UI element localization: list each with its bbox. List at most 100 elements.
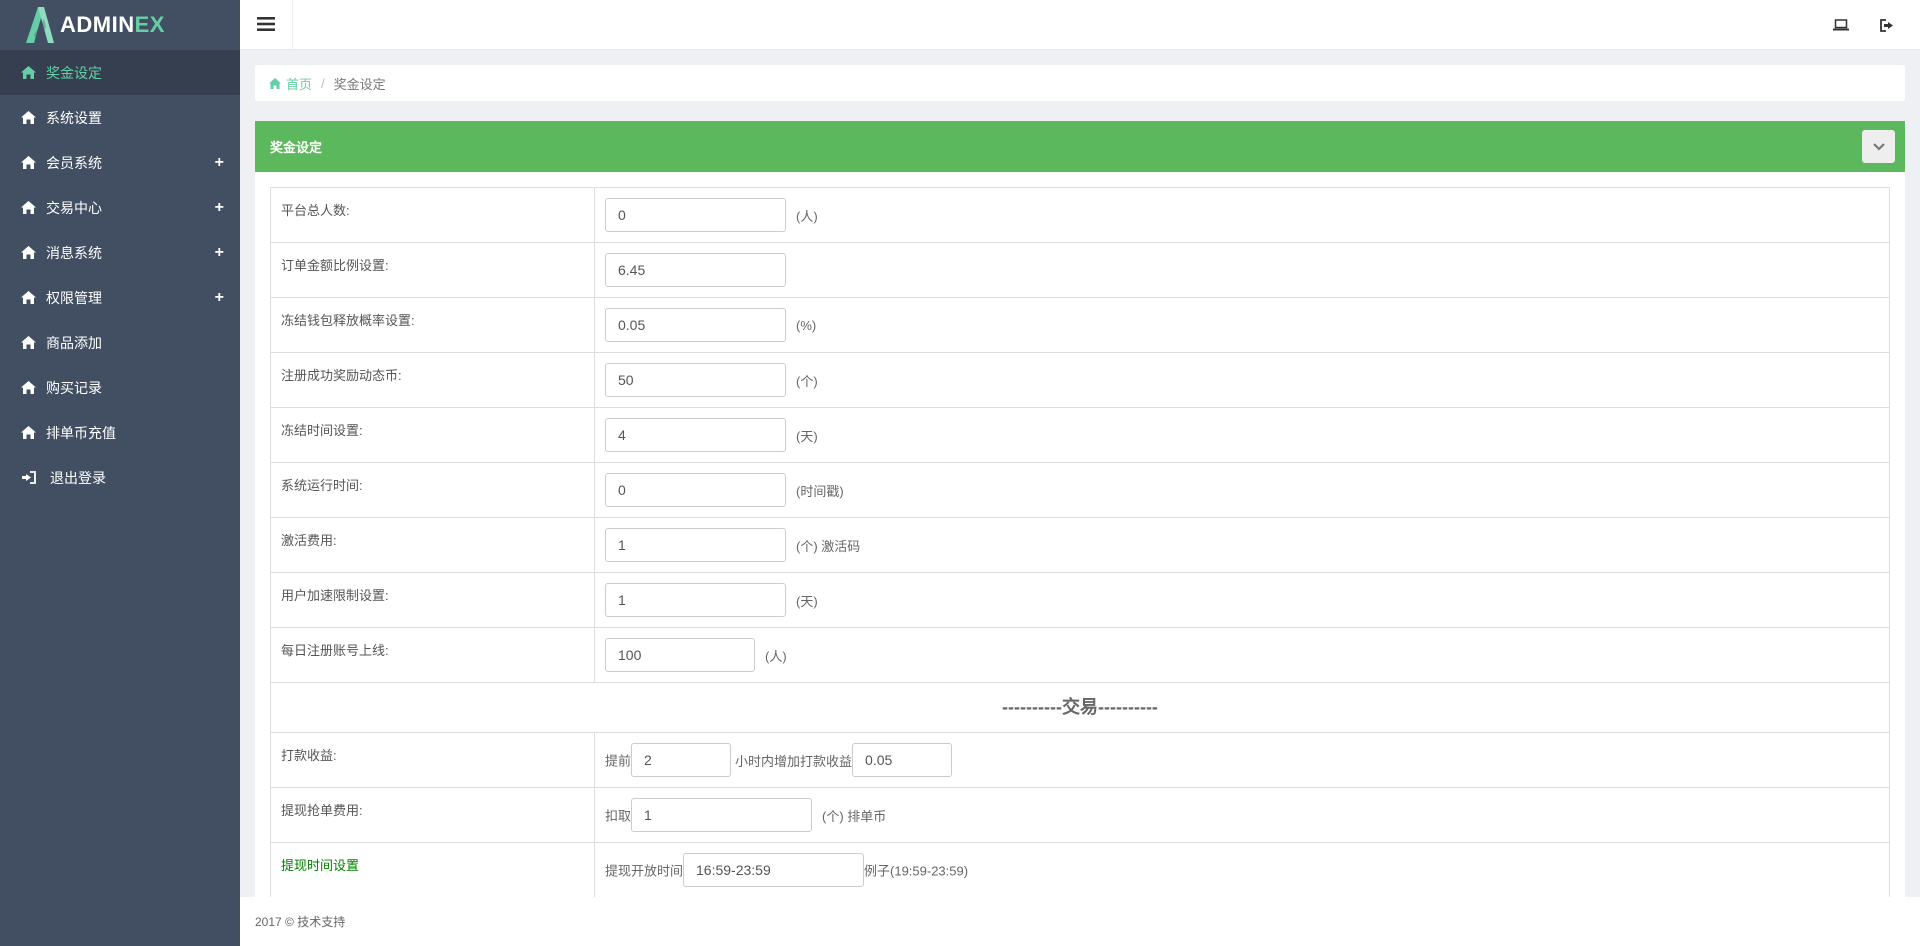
sidebar-item-label: 消息系统 xyxy=(46,244,102,261)
sidebar-item-label: 商品添加 xyxy=(46,334,102,351)
sidebar-item-label: 权限管理 xyxy=(46,289,102,306)
table-row: 平台总人数: 0 (人) xyxy=(270,187,1890,243)
activation-fee-input[interactable]: 1 xyxy=(605,528,786,562)
register-reward-input[interactable]: 50 xyxy=(605,363,786,397)
sidebar-item-label: 奖金设定 xyxy=(46,64,102,81)
platform-total-input[interactable]: 0 xyxy=(605,198,786,232)
table-row: ----------交易---------- xyxy=(270,682,1890,733)
table-row: 提现抢单费用: 扣取 1 (个) 排单币 xyxy=(270,787,1890,843)
expand-plus-icon[interactable]: + xyxy=(215,289,224,307)
panel-title: 奖金设定 xyxy=(270,140,323,155)
home-icon xyxy=(269,77,281,89)
sidebar-item-2[interactable]: 会员系统 + xyxy=(0,140,240,185)
sidebar-item-9[interactable]: 退出登录 xyxy=(0,455,240,500)
sidebar-item-6[interactable]: 商品添加 xyxy=(0,320,240,365)
withdraw-fee-input[interactable]: 1 xyxy=(631,798,813,832)
home-icon xyxy=(20,336,36,350)
panel-header: 奖金设定 xyxy=(255,121,1905,172)
expand-plus-icon[interactable]: + xyxy=(215,154,224,172)
order-ratio-label: 订单金额比例设置: xyxy=(270,242,595,298)
sidebar-item-0[interactable]: 奖金设定 xyxy=(0,50,240,95)
freeze-time-input[interactable]: 4 xyxy=(605,418,786,452)
table-row: 打款收益: 提前 2 小时内增加打款收益 0.05 xyxy=(270,732,1890,788)
freeze-release-input[interactable]: 0.05 xyxy=(605,308,786,342)
sidebar: ADMINEX 奖金设定系统设置会员系统 + 交易中心 + 消息系统 + 权限管理 + 商品添加… xyxy=(0,0,240,946)
sign-out-icon[interactable] xyxy=(1878,16,1896,34)
sidebar-item-3[interactable]: 交易中心 + xyxy=(0,185,240,230)
register-reward-unit: (个) xyxy=(796,373,818,389)
platform-total-unit: (人) xyxy=(796,208,818,224)
breadcrumb-home-link[interactable]: 首页 xyxy=(269,74,312,93)
table-row: 订单金额比例设置: 6.45 xyxy=(270,242,1890,298)
home-icon xyxy=(20,381,36,395)
payment-income-middle: 小时内增加打款收益 xyxy=(735,753,853,769)
section-trade-heading: ----------交易---------- xyxy=(270,682,1890,733)
table-row: 注册成功奖励动态币: 50 (个) xyxy=(270,352,1890,408)
order-ratio-input[interactable]: 6.45 xyxy=(605,253,786,287)
sidebar-item-label: 会员系统 xyxy=(46,154,102,171)
run-time-input[interactable]: 0 xyxy=(605,473,786,507)
chevron-down-icon xyxy=(1872,142,1885,151)
payment-rate-input[interactable]: 0.05 xyxy=(852,743,953,777)
sidebar-item-1[interactable]: 系统设置 xyxy=(0,95,240,140)
footer: 2017 © 技术支持 xyxy=(240,897,1920,946)
sidebar-item-8[interactable]: 排单币充值 xyxy=(0,410,240,455)
speedup-limit-label: 用户加速限制设置: xyxy=(270,572,595,628)
home-icon xyxy=(20,66,36,80)
table-row: 每日注册账号上线: 100 (人) xyxy=(270,627,1890,683)
footer-text: 2017 © 技术支持 xyxy=(255,915,346,929)
hamburger-icon xyxy=(257,16,275,35)
sidebar-item-label: 退出登录 xyxy=(50,469,106,486)
run-time-label: 系统运行时间: xyxy=(270,462,595,518)
table-row: 冻结时间设置: 4 (天) xyxy=(270,407,1890,463)
home-icon xyxy=(20,156,36,170)
activation-fee-unit: (个) 激活码 xyxy=(796,538,861,554)
top-header xyxy=(240,0,1920,50)
sidebar-toggle-button[interactable] xyxy=(240,0,293,50)
platform-total-label: 平台总人数: xyxy=(270,187,595,243)
expand-plus-icon[interactable]: + xyxy=(215,199,224,217)
breadcrumb-home-label: 首页 xyxy=(286,76,313,92)
home-icon xyxy=(20,246,36,260)
speedup-limit-input[interactable]: 1 xyxy=(605,583,786,617)
freeze-time-label: 冻结时间设置: xyxy=(270,407,595,463)
home-icon xyxy=(20,201,36,215)
home-icon xyxy=(20,291,36,305)
laptop-icon[interactable] xyxy=(1832,16,1850,34)
home-icon xyxy=(20,111,36,125)
sidebar-item-5[interactable]: 权限管理 + xyxy=(0,275,240,320)
sidebar-item-7[interactable]: 购买记录 xyxy=(0,365,240,410)
daily-register-unit: (人) xyxy=(765,648,787,664)
withdraw-fee-prefix: 扣取 xyxy=(605,808,632,824)
panel-collapse-button[interactable] xyxy=(1862,130,1895,163)
sidebar-nav: 奖金设定系统设置会员系统 + 交易中心 + 消息系统 + 权限管理 + 商品添加购买记录排单币充… xyxy=(0,50,240,500)
table-row: 激活费用: 1 (个) 激活码 xyxy=(270,517,1890,573)
withdraw-time-example: 例子(19:59-23:59) xyxy=(864,863,969,879)
sidebar-item-label: 排单币充值 xyxy=(46,424,116,441)
sidebar-item-label: 购买记录 xyxy=(46,379,102,396)
freeze-time-unit: (天) xyxy=(796,428,818,444)
sidebar-item-4[interactable]: 消息系统 + xyxy=(0,230,240,275)
withdraw-fee-label: 提现抢单费用: xyxy=(270,787,595,843)
run-time-unit: (时间戳) xyxy=(796,483,844,499)
logo-text: ADMINEX xyxy=(60,12,165,37)
settings-table: 平台总人数: 0 (人) 订单金额比例设置: 6.45 冻结钱包释放概率设置: 0… xyxy=(270,187,1890,897)
expand-plus-icon[interactable]: + xyxy=(215,244,224,262)
table-row: 系统运行时间: 0 (时间戳) xyxy=(270,462,1890,518)
table-row: 冻结钱包释放概率设置: 0.05 (%) xyxy=(270,297,1890,353)
payment-hours-input[interactable]: 2 xyxy=(631,743,732,777)
sidebar-item-label: 交易中心 xyxy=(46,199,102,216)
payment-income-label: 打款收益: xyxy=(270,732,595,788)
logo-mark-icon xyxy=(20,5,54,45)
panel-body: 平台总人数: 0 (人) 订单金额比例设置: 6.45 冻结钱包释放概率设置: 0… xyxy=(255,172,1905,897)
withdraw-time-input[interactable]: 16:59-23:59 xyxy=(683,853,865,887)
daily-register-label: 每日注册账号上线: xyxy=(270,627,595,683)
logo[interactable]: ADMINEX xyxy=(0,0,240,50)
daily-register-input[interactable]: 100 xyxy=(605,638,755,672)
home-icon xyxy=(20,426,36,440)
sign-in-icon xyxy=(20,471,36,485)
breadcrumb: 首页 / 奖金设定 xyxy=(255,65,1905,101)
speedup-limit-unit: (天) xyxy=(796,593,818,609)
freeze-release-unit: (%) xyxy=(796,317,817,333)
breadcrumb-current: 奖金设定 xyxy=(333,76,386,92)
